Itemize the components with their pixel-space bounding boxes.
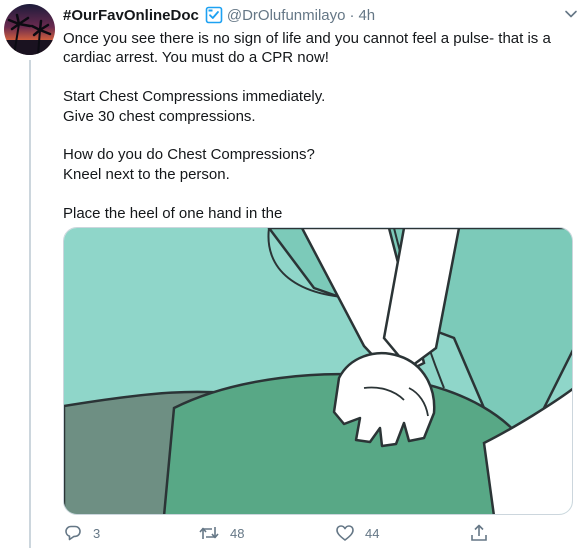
- separator-dot: ·: [349, 6, 355, 24]
- tweet-text-line: Once you see there is no sign of life an…: [63, 30, 551, 47]
- avatar[interactable]: [4, 4, 55, 55]
- tweet-text-line: Place the heel of one hand in the: [63, 204, 283, 222]
- tweet-image-cpr-illustration[interactable]: [63, 227, 573, 515]
- timestamp[interactable]: 4h: [358, 7, 375, 24]
- heart-icon: [335, 523, 355, 543]
- tweet: #OurFavOnlineDoc @DrOlufunmilayo · 4h On…: [63, 4, 578, 223]
- verified-badge-icon: [205, 6, 223, 24]
- tweet-header: #OurFavOnlineDoc @DrOlufunmilayo · 4h: [63, 4, 578, 26]
- chevron-down-icon[interactable]: [564, 7, 578, 26]
- like-count: 44: [365, 525, 380, 541]
- avatar-sunset-palm-image: [4, 4, 55, 55]
- reply-count: 3: [93, 525, 101, 541]
- retweet-icon: [198, 523, 220, 543]
- share-button[interactable]: [469, 523, 489, 543]
- thread-line: [29, 60, 31, 548]
- retweet-count: 48: [230, 525, 245, 541]
- tweet-text-line: Kneel next to the person.: [63, 165, 230, 183]
- tweet-text-line: Start Chest Compressions immediately.: [63, 88, 326, 106]
- reply-icon: [63, 523, 83, 543]
- tweet-text-line: Give 30 chest compressions.: [63, 107, 256, 125]
- tweet-text-line: cardiac arrest. You must do a CPR now!: [63, 49, 329, 67]
- display-name[interactable]: #OurFavOnlineDoc: [63, 7, 199, 24]
- handle[interactable]: @DrOlufunmilayo: [227, 7, 346, 24]
- tweet-text-line: How do you do Chest Compressions?: [63, 146, 315, 164]
- tweet-text: Once you see there is no sign of life an…: [63, 29, 578, 223]
- tweet-actions: 3 48 44: [63, 523, 533, 547]
- share-icon: [469, 523, 489, 543]
- retweet-button[interactable]: 48: [198, 523, 244, 543]
- reply-button[interactable]: 3: [63, 523, 100, 543]
- like-button[interactable]: 44: [335, 523, 379, 543]
